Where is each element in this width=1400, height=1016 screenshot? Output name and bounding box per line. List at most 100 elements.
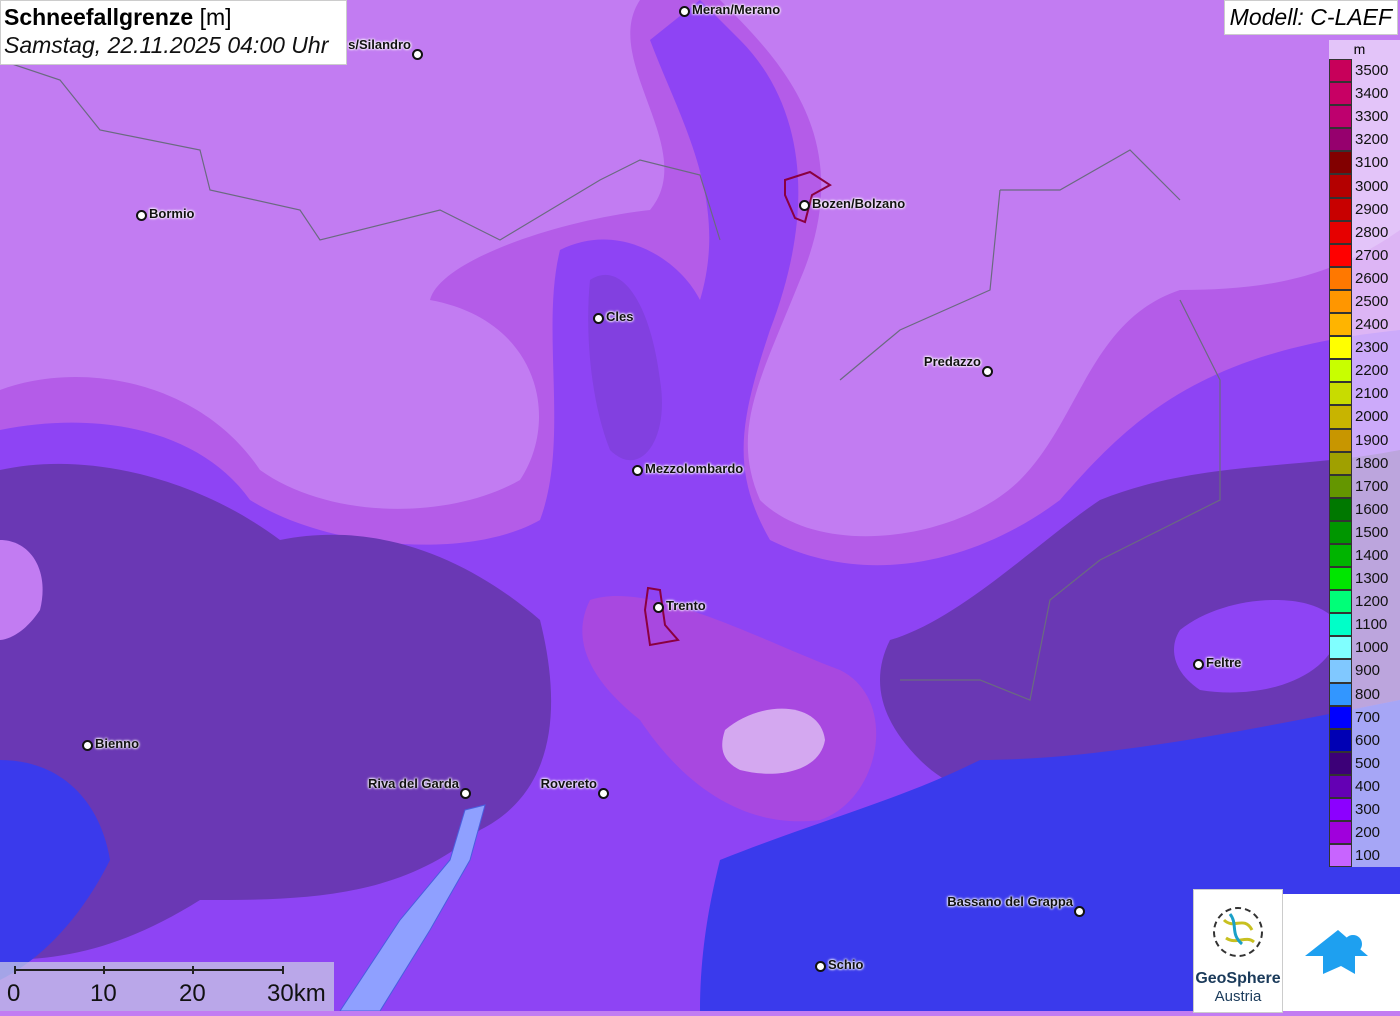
legend-swatch bbox=[1329, 774, 1352, 798]
scale-label: 10 bbox=[90, 980, 117, 1007]
legend-value: 3100 bbox=[1355, 154, 1389, 172]
geosphere-logo[interactable]: GeoSphere Austria bbox=[1193, 889, 1283, 1013]
legend-value: 3400 bbox=[1355, 85, 1389, 103]
city-label: Bienno bbox=[95, 736, 140, 751]
geosphere-text: GeoSphere bbox=[1195, 970, 1281, 987]
legend-swatch bbox=[1329, 705, 1352, 729]
legend-swatch bbox=[1329, 751, 1352, 775]
legend-swatch bbox=[1329, 613, 1352, 637]
legend-swatch bbox=[1329, 497, 1352, 521]
legend-value: 2400 bbox=[1355, 316, 1389, 334]
legend-row: 3000 bbox=[1329, 174, 1400, 198]
legend-value: 2200 bbox=[1355, 362, 1389, 380]
legend-swatch bbox=[1329, 382, 1352, 406]
legend-swatch bbox=[1329, 266, 1352, 290]
city-marker-icon bbox=[82, 740, 93, 751]
legend-row: 1700 bbox=[1329, 474, 1400, 498]
legend-value: 700 bbox=[1355, 708, 1381, 726]
legend-row: 1200 bbox=[1329, 590, 1400, 614]
snowfall-line-map[interactable] bbox=[0, 0, 1400, 1011]
city-label: Schio bbox=[828, 957, 864, 972]
legend-value: 400 bbox=[1355, 777, 1381, 795]
legend-value: 3500 bbox=[1355, 62, 1389, 80]
legend-row: 3500 bbox=[1329, 59, 1400, 83]
legend-swatch bbox=[1329, 520, 1352, 544]
scale-label: 30km bbox=[267, 980, 326, 1007]
city-marker-icon bbox=[653, 602, 664, 613]
legend-row: 2000 bbox=[1329, 405, 1400, 429]
legend-value: 1500 bbox=[1355, 523, 1389, 541]
legend-row: 100 bbox=[1329, 844, 1400, 868]
legend-row: 3200 bbox=[1329, 128, 1400, 152]
city-label: Bozen/Bolzano bbox=[812, 196, 906, 211]
city-marker-icon bbox=[632, 465, 643, 476]
legend-swatch bbox=[1329, 151, 1352, 175]
city-label: Riva del Garda bbox=[367, 776, 459, 791]
legend-swatch bbox=[1329, 682, 1352, 706]
legend-row: 1100 bbox=[1329, 613, 1400, 637]
legend-swatch bbox=[1329, 313, 1352, 337]
legend-value: 1200 bbox=[1355, 593, 1389, 611]
model-label: Modell: C-LAEF bbox=[1223, 0, 1398, 35]
legend-swatch bbox=[1329, 659, 1352, 683]
map-title: Schneefallgrenze [m] bbox=[4, 4, 232, 31]
city-marker-icon bbox=[593, 313, 604, 324]
city-label: Trento bbox=[666, 598, 706, 613]
legend-row: 300 bbox=[1329, 798, 1400, 822]
legend-value: 1100 bbox=[1355, 616, 1388, 634]
legend-swatch bbox=[1329, 220, 1352, 244]
legend-swatch bbox=[1329, 359, 1352, 383]
legend-row: 2300 bbox=[1329, 336, 1400, 360]
legend-swatch bbox=[1329, 243, 1352, 267]
city-marker-icon bbox=[799, 200, 810, 211]
city-label: Mezzolombardo bbox=[645, 461, 744, 476]
legend-row: 1800 bbox=[1329, 451, 1400, 475]
legend-value: 200 bbox=[1355, 824, 1381, 842]
title-box: Schneefallgrenze [m] Samstag, 22.11.2025… bbox=[0, 0, 347, 65]
app-logo[interactable] bbox=[1283, 894, 1400, 1011]
city-marker-icon bbox=[679, 6, 690, 17]
geosphere-emblem-icon bbox=[1213, 907, 1263, 957]
legend-row: 900 bbox=[1329, 659, 1400, 683]
legend-value: 2300 bbox=[1355, 339, 1389, 357]
legend-row: 2900 bbox=[1329, 197, 1400, 221]
city-label: Rovereto bbox=[540, 776, 597, 791]
legend-value: 3300 bbox=[1355, 108, 1389, 126]
legend-value: 2700 bbox=[1355, 246, 1389, 264]
legend-swatch bbox=[1329, 844, 1352, 868]
legend-swatch bbox=[1329, 567, 1352, 591]
legend-row: 700 bbox=[1329, 705, 1400, 729]
legend-value: 2600 bbox=[1355, 269, 1389, 287]
city-marker-icon bbox=[815, 961, 826, 972]
legend-row: 600 bbox=[1329, 728, 1400, 752]
legend-swatch bbox=[1329, 82, 1352, 106]
city-label: Predazzo bbox=[923, 354, 981, 369]
city-marker-icon bbox=[460, 788, 471, 799]
legend-value: 3000 bbox=[1355, 177, 1389, 195]
legend-swatch bbox=[1329, 428, 1352, 452]
legend-value: 1700 bbox=[1355, 477, 1389, 495]
legend-row: 3400 bbox=[1329, 82, 1400, 106]
legend-swatch bbox=[1329, 59, 1352, 83]
legend-row: 1400 bbox=[1329, 543, 1400, 568]
city-marker-icon bbox=[598, 788, 609, 799]
legend-row: 200 bbox=[1329, 821, 1400, 845]
legend-value: 3200 bbox=[1355, 131, 1389, 149]
legend-swatch bbox=[1329, 474, 1352, 498]
austria-text: Austria bbox=[1214, 988, 1262, 1005]
city-marker-icon bbox=[982, 366, 993, 377]
city-label: s/Silandro bbox=[348, 37, 411, 52]
city-marker-icon bbox=[1074, 906, 1085, 917]
legend-swatch bbox=[1329, 174, 1352, 198]
legend-swatch bbox=[1329, 405, 1352, 429]
city-marker-icon bbox=[136, 210, 147, 221]
legend-row: 2100 bbox=[1329, 382, 1400, 406]
legend-swatch bbox=[1329, 590, 1352, 614]
legend-unit: m bbox=[1353, 41, 1366, 57]
scale-bar: 0 10 20 30km bbox=[0, 962, 334, 1011]
color-legend: m 3500 3400 3300 3200 3100 3000 2900 2800 2700 26… bbox=[1329, 40, 1400, 868]
legend-row: 2500 bbox=[1329, 289, 1400, 314]
scale-label: 20 bbox=[179, 980, 206, 1007]
legend-row: 1900 bbox=[1329, 428, 1400, 452]
legend-swatch bbox=[1329, 451, 1352, 475]
